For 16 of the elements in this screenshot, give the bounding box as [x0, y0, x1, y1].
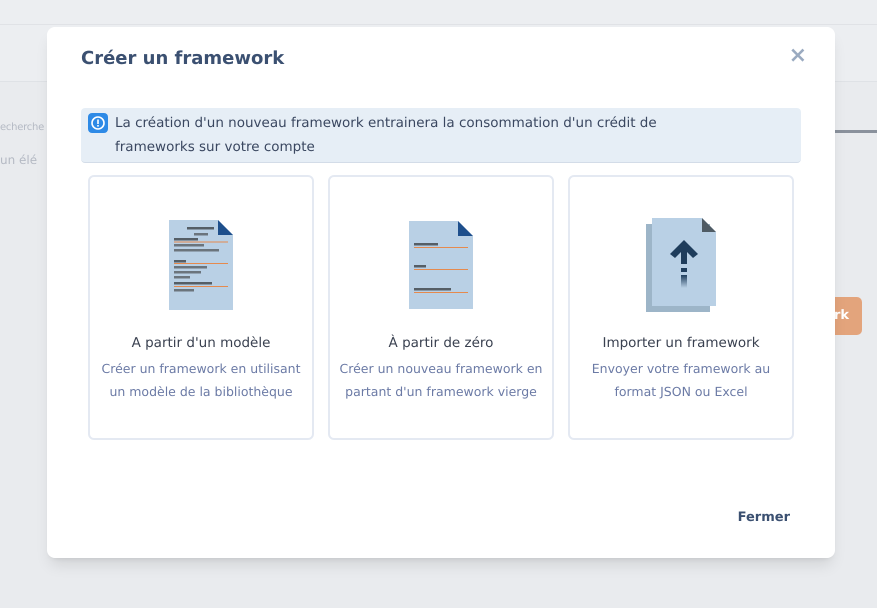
- document-icon: [169, 220, 233, 310]
- option-title: Importer un framework: [602, 334, 760, 353]
- document-icon: [409, 221, 473, 309]
- option-title: À partir de zéro: [388, 334, 494, 353]
- option-description: Envoyer votre framework au format JSON ou Excel: [590, 360, 772, 402]
- option-card[interactable]: A partir d'un modèle Créer un framework en utilisant un modèle de la bibliothèque: [88, 175, 314, 440]
- option-title: A partir d'un modèle: [132, 334, 270, 353]
- option-card[interactable]: À partir de zéro Créer un nouveau framework en partant d'un framework vierge: [328, 175, 554, 440]
- close-dialog-button[interactable]: Fermer: [738, 508, 790, 528]
- file-upload-icon: [646, 218, 716, 312]
- dialog-title: Créer un framework: [81, 47, 284, 71]
- option-description: Créer un nouveau framework en partant d'un framework vierge: [338, 360, 544, 402]
- option-card[interactable]: Importer un framework Envoyer votre framework au format JSON ou Excel: [568, 175, 794, 440]
- option-description: Créer un framework en utilisant un modèle de la bibliothèque: [100, 360, 302, 402]
- info-icon: [88, 113, 108, 133]
- alert-text: La création d'un nouveau framework entrainera la consommation d'un crédit de frameworks sur votre compte: [115, 114, 658, 157]
